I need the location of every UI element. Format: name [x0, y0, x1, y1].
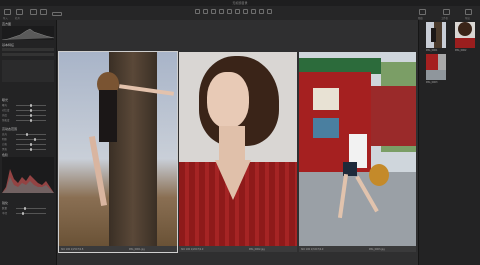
workspace-icon[interactable] [443, 9, 450, 15]
redo-icon[interactable] [40, 9, 47, 15]
preview-icon[interactable] [419, 9, 426, 15]
photo-1 [59, 52, 177, 246]
section-sharpen-title: 锐化 [2, 201, 9, 205]
histogram-top [1, 26, 55, 41]
thumbnail-2-label: IMG_0002 [455, 49, 467, 52]
image-1-exif: ISO 100 1/250 f/2.8 [61, 248, 84, 251]
image-3-filename: IMG_0003.jpg [369, 248, 385, 251]
copy-adjust-icon[interactable] [267, 9, 272, 14]
thumbnail-3-label: IMG_0003 [426, 81, 438, 84]
gate [371, 86, 416, 146]
image-2-exif: ISO 100 1/200 f/2.0 [181, 248, 204, 251]
histogram-top-graph [1, 28, 55, 41]
toolbar: 导入 打开 预览 工作区 导出 [0, 6, 480, 21]
thumbnail-1-label: IMG_0001 [426, 49, 438, 52]
contrast-row[interactable]: 对比度 [2, 109, 54, 112]
open-icon[interactable] [16, 9, 23, 15]
image-viewer: ISO 100 1/250 f/2.8 IMG_0001.jpg ISO 100… [57, 20, 418, 265]
picker-tool-icon[interactable] [259, 9, 264, 14]
viewer-image-2[interactable]: ISO 100 1/200 f/2.0 IMG_0002.jpg [179, 52, 297, 252]
highlight-row[interactable]: 高光 [2, 133, 54, 136]
thumbnail-1[interactable] [426, 22, 446, 48]
rotate-tool-icon[interactable] [227, 9, 232, 14]
basic-controls [2, 60, 54, 82]
undo-icon[interactable] [30, 9, 37, 15]
photo-2 [179, 52, 297, 246]
pan-tool-icon[interactable] [203, 9, 208, 14]
thumbnail-2[interactable] [455, 22, 475, 48]
section-hdr-title: 高动态范围 [2, 127, 18, 131]
viewer-image-1[interactable]: ISO 100 1/250 f/2.8 IMG_0001.jpg [58, 51, 178, 253]
window-a [313, 88, 339, 110]
brightness-row[interactable]: 亮度 [2, 114, 54, 117]
dress [99, 90, 117, 142]
leg [88, 136, 108, 206]
filmstrip-panel: IMG_0001 IMG_0002 IMG_0003 [418, 20, 480, 265]
black-row[interactable]: 黑色 [2, 148, 54, 151]
image-1-filename: IMG_0001.jpg [129, 248, 145, 251]
image-2-filename: IMG_0002.jpg [249, 248, 265, 251]
window-b [313, 118, 339, 138]
keystone-tool-icon[interactable] [235, 9, 240, 14]
white-row[interactable]: 白色 [2, 143, 54, 146]
section-exposure-title: 曝光 [2, 98, 9, 102]
export-icon[interactable] [465, 9, 472, 15]
mask-tool-icon[interactable] [243, 9, 248, 14]
viewer-image-3[interactable]: ISO 100 1/320 f/4.0 IMG_0003.jpg [299, 52, 416, 252]
planter [369, 164, 389, 186]
shadow-row[interactable]: 阴影 [2, 138, 54, 141]
sharpen-radius-row[interactable]: 半径 [2, 212, 54, 215]
image-3-exif: ISO 100 1/320 f/4.0 [301, 248, 324, 251]
pointer-tool-icon[interactable] [195, 9, 200, 14]
levels-histogram[interactable] [2, 157, 54, 193]
face [207, 72, 249, 128]
exposure-row[interactable]: 曝光 [2, 104, 54, 107]
thumbnail-3[interactable] [426, 54, 446, 80]
saturation-row[interactable]: 饱和度 [2, 119, 54, 122]
search-icon[interactable] [52, 12, 62, 16]
photo-3 [299, 52, 416, 246]
icc-dropdown[interactable] [2, 53, 54, 56]
heal-tool-icon[interactable] [251, 9, 256, 14]
sharpen-amount-row[interactable]: 数量 [2, 207, 54, 210]
import-icon[interactable] [4, 9, 11, 15]
crop-tool-icon[interactable] [219, 9, 224, 14]
zoom-tool-icon[interactable] [211, 9, 216, 14]
tool-panel-left: 直方图 基本特征 曝光 曝光 对比度 亮度 饱和度 高动态范围 高光 阴影 白色… [0, 20, 57, 265]
levels-graph [2, 169, 54, 193]
basic-dropdown[interactable] [2, 48, 54, 51]
section-basic-title: 基本特征 [2, 43, 15, 47]
